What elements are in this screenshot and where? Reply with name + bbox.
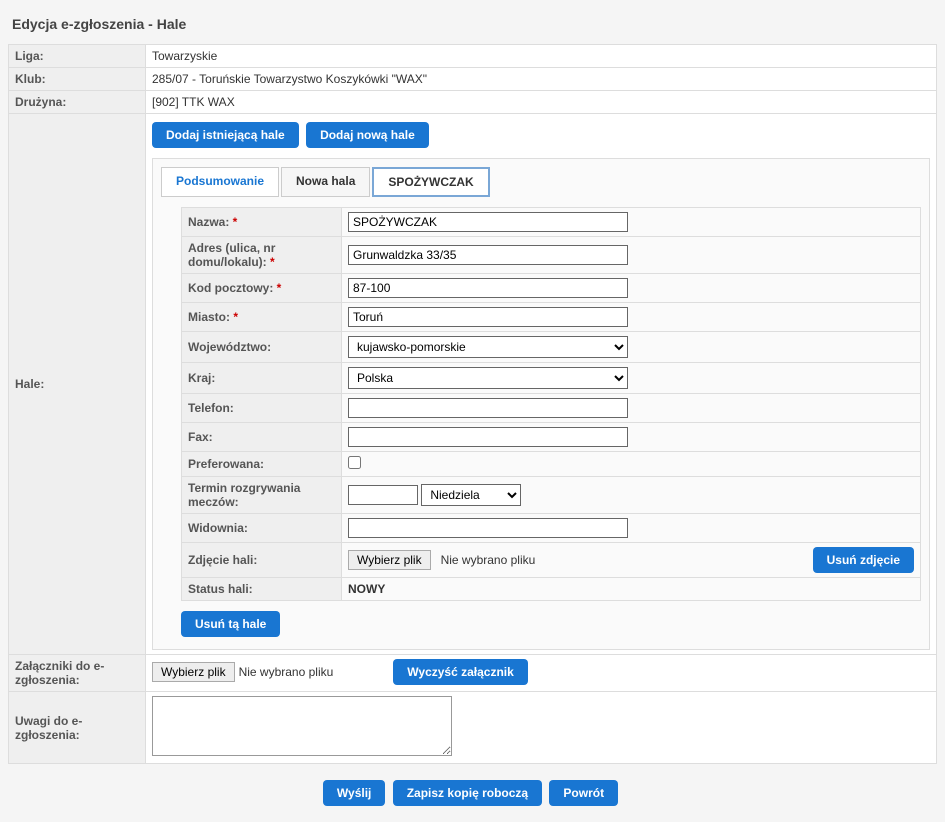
main-form-table: Liga: Towarzyskie Klub: 285/07 - Toruńsk… — [8, 44, 937, 764]
tab-new-hall[interactable]: Nowa hala — [281, 167, 370, 197]
save-draft-button[interactable]: Zapisz kopię roboczą — [393, 780, 542, 806]
nazwa-label: Nazwa: — [188, 215, 229, 229]
druzyna-value: [902] TTK WAX — [146, 91, 937, 114]
back-button[interactable]: Powrót — [549, 780, 618, 806]
notes-textarea[interactable] — [152, 696, 452, 756]
status-value: NOWY — [342, 578, 921, 601]
add-existing-hall-button[interactable]: Dodaj istniejącą hale — [152, 122, 299, 148]
clear-attachment-button[interactable]: Wyczyść załącznik — [393, 659, 528, 685]
required-star: * — [273, 281, 281, 295]
kraj-label: Kraj: — [182, 363, 342, 394]
widownia-label: Widownia: — [182, 514, 342, 543]
zdjecie-label: Zdjęcie hali: — [182, 543, 342, 578]
remove-hall-button[interactable]: Usuń tą hale — [181, 611, 280, 637]
miasto-label: Miasto: — [188, 310, 230, 324]
hale-section-label: Hale: — [9, 114, 146, 655]
hall-form-table: Nazwa: * Adres (ulica, nr domu/lokalu): … — [181, 207, 921, 601]
required-star: * — [229, 215, 237, 229]
add-new-hall-button[interactable]: Dodaj nową hale — [306, 122, 429, 148]
remove-photo-button[interactable]: Usuń zdjęcie — [813, 547, 914, 573]
required-star: * — [230, 310, 238, 324]
klub-label: Klub: — [9, 68, 146, 91]
nazwa-input[interactable] — [348, 212, 628, 232]
tab-summary[interactable]: Podsumowanie — [161, 167, 279, 197]
fax-input[interactable] — [348, 427, 628, 447]
photo-file-choose-button[interactable]: Wybierz plik — [348, 550, 431, 570]
woj-select[interactable]: kujawsko-pomorskie — [348, 336, 628, 358]
kod-label: Kod pocztowy: — [188, 281, 273, 295]
page-title: Edycja e-zgłoszenia - Hale — [8, 8, 937, 44]
liga-value: Towarzyskie — [146, 45, 937, 68]
photo-file-status: Nie wybrano pliku — [441, 553, 536, 567]
adres-label: Adres (ulica, nr domu/lokalu): — [188, 241, 275, 269]
hale-section-content: Dodaj istniejącą hale Dodaj nową hale Po… — [146, 114, 937, 655]
klub-value: 285/07 - Toruńskie Towarzystwo Koszykówk… — [146, 68, 937, 91]
required-star: * — [267, 255, 275, 269]
fax-label: Fax: — [182, 423, 342, 452]
telefon-label: Telefon: — [182, 394, 342, 423]
telefon-input[interactable] — [348, 398, 628, 418]
pref-checkbox[interactable] — [348, 456, 361, 469]
liga-label: Liga: — [9, 45, 146, 68]
attachment-file-status: Nie wybrano pliku — [239, 665, 334, 679]
action-bar: Wyślij Zapisz kopię roboczą Powrót — [8, 764, 937, 814]
druzyna-label: Drużyna: — [9, 91, 146, 114]
termin-label: Termin rozgrywania meczów: — [182, 477, 342, 514]
attachment-file-choose-button[interactable]: Wybierz plik — [152, 662, 235, 682]
tab-spozywczak[interactable]: SPOŻYWCZAK — [372, 167, 489, 197]
miasto-input[interactable] — [348, 307, 628, 327]
status-label: Status hali: — [182, 578, 342, 601]
attachments-label: Załączniki do e-zgłoszenia: — [9, 655, 146, 692]
kod-input[interactable] — [348, 278, 628, 298]
kraj-select[interactable]: Polska — [348, 367, 628, 389]
notes-label: Uwagi do e-zgłoszenia: — [9, 692, 146, 764]
pref-label: Preferowana: — [182, 452, 342, 477]
tab-bar: Podsumowanie Nowa hala SPOŻYWCZAK — [161, 167, 921, 197]
widownia-input[interactable] — [348, 518, 628, 538]
send-button[interactable]: Wyślij — [323, 780, 385, 806]
termin-time-input[interactable] — [348, 485, 418, 505]
adres-input[interactable] — [348, 245, 628, 265]
woj-label: Województwo: — [182, 332, 342, 363]
termin-day-select[interactable]: Niedziela — [421, 484, 521, 506]
halls-tab-panel: Podsumowanie Nowa hala SPOŻYWCZAK Nazwa:… — [152, 158, 930, 650]
